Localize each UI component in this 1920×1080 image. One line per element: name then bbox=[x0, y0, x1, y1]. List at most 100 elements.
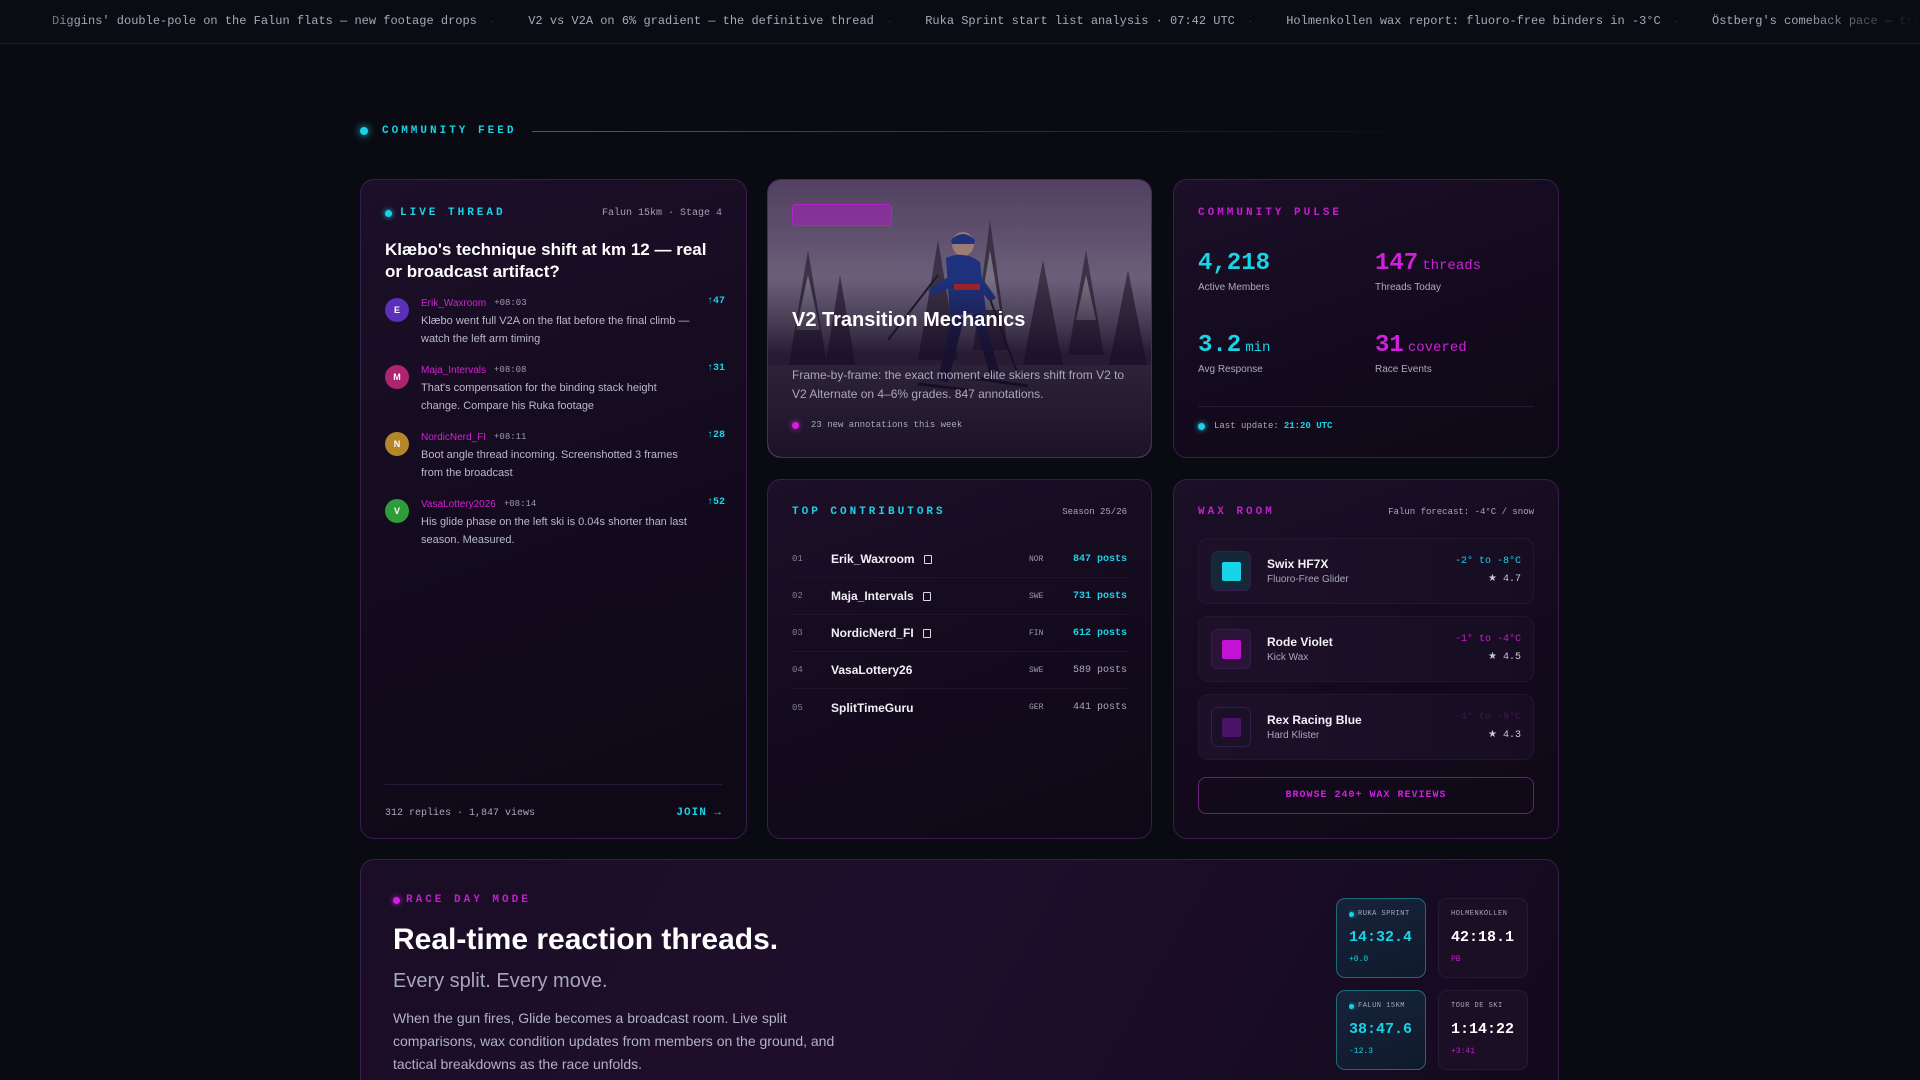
contributor-name[interactable]: Erik_Waxroom bbox=[831, 552, 915, 566]
thread-title[interactable]: Klæbo's technique shift at km 12 — real … bbox=[385, 239, 725, 283]
avatar[interactable]: M bbox=[385, 365, 409, 389]
ticker-fade bbox=[0, 0, 80, 43]
stat-unit: covered bbox=[1407, 340, 1467, 356]
contributor-row[interactable]: 05 SplitTimeGuru GER 441 posts bbox=[792, 689, 1127, 726]
comment-text: Klæbo went full V2A on the flat before t… bbox=[421, 315, 690, 345]
contributor-row[interactable]: 03 NordicNerd_FI FIN 612 posts bbox=[792, 615, 1127, 652]
contributor-name[interactable]: SplitTimeGuru bbox=[831, 701, 913, 715]
featured-video-card[interactable]: V2 Transition Mechanics Frame-by-frame: … bbox=[767, 179, 1152, 458]
contributor-country: SWE bbox=[1029, 591, 1044, 601]
comment-item[interactable]: N NordicNerd_FI +08:11 Boot angle thread… bbox=[385, 430, 725, 482]
ticker-separator: · bbox=[1674, 15, 1679, 27]
contributor-name[interactable]: Maja_Intervals bbox=[831, 589, 914, 603]
wax-list: Swix HF7X Fluoro-Free Glider -2° to -8°C ★ … bbox=[1198, 538, 1534, 772]
contributor-posts: 847 posts bbox=[1072, 553, 1127, 565]
comment-username[interactable]: NordicNerd_FI bbox=[421, 432, 486, 443]
upvote-count[interactable]: ↑52 bbox=[707, 497, 725, 508]
split-tile[interactable]: FALUN 15KM 38:47.6 -12.3 bbox=[1336, 990, 1426, 1070]
pulse-label: COMMUNITY PULSE bbox=[1198, 207, 1343, 219]
wax-rating: ★ 4.3 bbox=[1488, 730, 1521, 741]
wax-type: Kick Wax bbox=[1267, 652, 1309, 663]
comment-item[interactable]: M Maja_Intervals +08:08 That's compensat… bbox=[385, 363, 725, 415]
stat-value: 4,218 bbox=[1198, 250, 1271, 277]
ticker-item[interactable]: Ruka Sprint start list analysis · 07:42 … bbox=[925, 14, 1235, 28]
wax-item[interactable]: Rode Violet Kick Wax -1° to -4°C ★ 4.5 bbox=[1198, 616, 1534, 682]
split-tile[interactable]: RUKA SPRINT 14:32.4 +0.0 bbox=[1336, 898, 1426, 978]
featured-title[interactable]: V2 Transition Mechanics bbox=[792, 307, 1032, 333]
ticker-item[interactable]: Holmenkollen wax report: fluoro-free bin… bbox=[1286, 14, 1660, 28]
contributor-name[interactable]: NordicNerd_FI bbox=[831, 626, 914, 640]
contributor-row[interactable]: 04 VasaLottery26 SWE 589 posts bbox=[792, 652, 1127, 689]
section-divider bbox=[532, 130, 1433, 132]
race-day-label: RACE DAY MODE bbox=[406, 894, 531, 906]
ticker-separator: · bbox=[490, 15, 495, 27]
contributor-list: 01 Erik_Waxroom NOR 847 posts 02 Maja_Interva… bbox=[792, 541, 1127, 726]
ticker-item[interactable]: V2 vs V2A on 6% gradient — the definitiv… bbox=[528, 14, 874, 28]
season-label: Season 25/26 bbox=[1062, 507, 1127, 517]
race-day-description: When the gun fires, Glide becomes a broa… bbox=[393, 1010, 835, 1072]
race-day-card: RACE DAY MODE Real-time reaction threads… bbox=[360, 859, 1559, 1080]
wax-rating: ★ 4.5 bbox=[1488, 652, 1521, 663]
comment-username[interactable]: VasaLottery2026 bbox=[421, 499, 496, 510]
annotation-count: 23 new annotations this week bbox=[811, 420, 963, 430]
thread-stats: 312 replies · 1,847 views bbox=[385, 807, 536, 819]
split-tile[interactable]: HOLMENKOLLEN 42:18.1 PB bbox=[1438, 898, 1528, 978]
avatar[interactable]: N bbox=[385, 432, 409, 456]
contributor-country: SWE bbox=[1029, 665, 1044, 675]
live-thread-label: LIVE THREAD bbox=[400, 207, 506, 219]
avatar[interactable]: E bbox=[385, 298, 409, 322]
comment-item[interactable]: E Erik_Waxroom +08:03 Klæbo went full V2… bbox=[385, 296, 725, 348]
split-time: 42:18.1 bbox=[1451, 929, 1515, 946]
split-event: HOLMENKOLLEN bbox=[1451, 910, 1508, 918]
split-time: 1:14:22 bbox=[1451, 1021, 1515, 1038]
divider bbox=[1198, 406, 1534, 407]
section-title: COMMUNITY FEED bbox=[382, 125, 517, 137]
split-delta: +3:41 bbox=[1451, 1047, 1476, 1056]
stat-label: Active Members bbox=[1198, 282, 1270, 293]
contributor-row[interactable]: 02 Maja_Intervals SWE 731 posts bbox=[792, 578, 1127, 615]
live-dot-icon bbox=[385, 209, 392, 217]
stat-unit: min bbox=[1245, 340, 1271, 356]
wax-type: Fluoro-Free Glider bbox=[1267, 574, 1349, 585]
stat-value: 31 bbox=[1375, 332, 1404, 359]
comment-list: E Erik_Waxroom +08:03 Klæbo went full V2… bbox=[385, 296, 725, 564]
ticker-fade bbox=[1800, 0, 1920, 43]
split-tile[interactable]: TOUR DE SKI 1:14:22 +3:41 bbox=[1438, 990, 1528, 1070]
contributor-rank: 03 bbox=[792, 628, 803, 638]
upvote-count[interactable]: ↑28 bbox=[707, 430, 725, 441]
comment-timestamp: +08:14 bbox=[503, 499, 537, 509]
live-thread-card[interactable]: LIVE THREAD Falun 15km · Stage 4 Klæbo's… bbox=[360, 179, 747, 839]
comment-username[interactable]: Maja_Intervals bbox=[421, 365, 486, 376]
upvote-count[interactable]: ↑47 bbox=[707, 296, 725, 307]
contributor-posts: 589 posts bbox=[1072, 664, 1127, 676]
contributor-rank: 04 bbox=[792, 665, 803, 675]
comment-username[interactable]: Erik_Waxroom bbox=[421, 298, 486, 309]
live-dot-icon bbox=[1349, 1003, 1354, 1009]
ticker-item[interactable]: Diggins' double-pole on the Falun flats … bbox=[52, 14, 477, 28]
wax-item[interactable]: Rex Racing Blue Hard Klister -4° to -9°C ★ … bbox=[1198, 694, 1534, 760]
wax-name: Swix HF7X bbox=[1267, 557, 1329, 571]
contributor-country: FIN bbox=[1029, 628, 1044, 638]
featured-description: Frame-by-frame: the exact moment elite s… bbox=[792, 368, 1125, 401]
contributor-row[interactable]: 01 Erik_Waxroom NOR 847 posts bbox=[792, 541, 1127, 578]
browse-wax-reviews-button[interactable]: BROWSE 240+ WAX REVIEWS bbox=[1198, 777, 1534, 814]
contributor-name[interactable]: VasaLottery26 bbox=[831, 663, 912, 677]
stat-label: Threads Today bbox=[1375, 282, 1441, 293]
ticker-separator: · bbox=[887, 15, 892, 27]
top-contributors-card: TOP CONTRIBUTORS Season 25/26 01 Erik_Wax… bbox=[767, 479, 1152, 839]
avatar[interactable]: V bbox=[385, 499, 409, 523]
section-header: COMMUNITY FEED bbox=[360, 124, 1560, 138]
wax-name: Rex Racing Blue bbox=[1267, 713, 1362, 727]
wax-type: Hard Klister bbox=[1267, 730, 1320, 741]
split-delta: -12.3 bbox=[1349, 1047, 1374, 1056]
stat-race-events: 31 covered Race Events bbox=[1375, 332, 1467, 375]
news-ticker: Diggins' double-pole on the Falun flats … bbox=[0, 0, 1920, 44]
comment-text: His glide phase on the left ski is 0.04s… bbox=[421, 516, 687, 546]
video-badge bbox=[792, 204, 892, 226]
upvote-count[interactable]: ↑31 bbox=[707, 363, 725, 374]
wax-item[interactable]: Swix HF7X Fluoro-Free Glider -2° to -8°C ★ … bbox=[1198, 538, 1534, 604]
last-update: Last update: 21:20 UTC bbox=[1198, 421, 1332, 431]
comment-item[interactable]: V VasaLottery2026 +08:14 His glide phase… bbox=[385, 497, 725, 549]
join-thread-button[interactable]: JOIN → bbox=[676, 807, 722, 819]
last-update-time: 21:20 UTC bbox=[1283, 421, 1333, 431]
